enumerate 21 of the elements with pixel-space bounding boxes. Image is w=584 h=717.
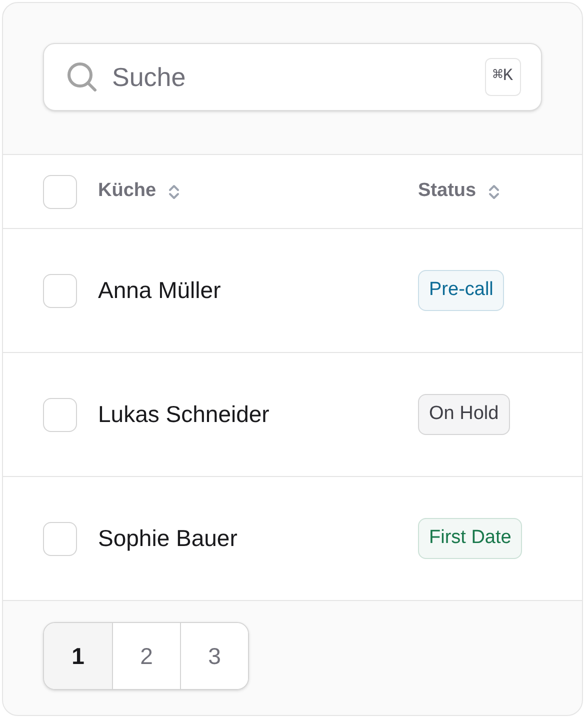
checkbox[interactable] xyxy=(43,398,77,432)
status-tag: On Hold xyxy=(418,394,510,435)
status-tag: Pre-call xyxy=(418,270,504,311)
column-header[interactable]: Status xyxy=(418,177,476,206)
shortcut-key: ⌘K xyxy=(484,58,521,96)
search-input[interactable]: Suche xyxy=(112,58,471,96)
page-button[interactable]: 3 xyxy=(180,623,248,689)
status-tag: First Date xyxy=(418,518,522,559)
sort-icon[interactable] xyxy=(488,182,500,200)
column-header[interactable]: Küche xyxy=(98,177,156,206)
sort-icon[interactable] xyxy=(168,182,180,200)
page-button[interactable]: 2 xyxy=(112,623,180,689)
search-icon xyxy=(66,61,98,93)
checkbox[interactable] xyxy=(43,522,77,556)
checkbox[interactable] xyxy=(43,274,77,308)
search-field[interactable]: Suche ⌘K xyxy=(43,43,542,111)
checkbox[interactable] xyxy=(43,174,77,208)
table-cell-text: Sophie Bauer xyxy=(98,524,238,554)
table-cell-text: Lukas Schneider xyxy=(98,400,270,430)
table-cell-text: Anna Müller xyxy=(98,276,222,306)
page-button[interactable]: 1 xyxy=(44,623,112,689)
